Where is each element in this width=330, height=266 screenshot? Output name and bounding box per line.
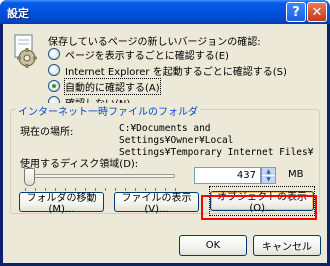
radio-label: Internet Explorer を起動するごとに確認する(S) <box>65 66 287 78</box>
radio-button[interactable] <box>48 64 60 76</box>
move-folder-button[interactable]: フォルダの移動(M)... <box>19 192 104 215</box>
location-label: 現在の場所: <box>20 127 74 138</box>
title-bar[interactable]: 設定 ? ✕ <box>0 0 330 24</box>
disk-unit: MB <box>288 169 304 180</box>
settings-dialog: 設定 ? ✕ 保存しているページの新しいバージョンの確認: ページを表示するごと… <box>0 0 330 266</box>
radio-button-selected[interactable] <box>48 80 60 92</box>
help-icon[interactable]: ? <box>286 2 306 22</box>
ok-button[interactable]: OK <box>179 235 247 256</box>
dialog-body: 保存しているページの新しいバージョンの確認: ページを表示するごとに確認する(E… <box>3 24 327 263</box>
radio-every-start[interactable]: Internet Explorer を起動するごとに確認する(S) <box>48 63 287 78</box>
gear-icon <box>14 34 37 68</box>
radio-label: 自動的に確認する(A) <box>64 77 161 95</box>
radio-every-visit[interactable]: ページを表示するごとに確認する(E) <box>48 47 229 62</box>
location-value: C:¥Documents and Settings¥Owner¥Local Se… <box>119 123 314 158</box>
spin-down-icon[interactable]: ▼ <box>262 176 275 183</box>
window-title: 設定 <box>7 7 29 20</box>
cancel-button[interactable]: キャンセル <box>253 235 321 256</box>
disk-space-spinner[interactable]: ▲ ▼ <box>261 167 276 184</box>
group-title: インターネット一時ファイルのフォルダ <box>16 103 200 118</box>
disk-space-input[interactable]: 437 <box>194 167 261 184</box>
spin-up-icon[interactable]: ▲ <box>262 168 275 176</box>
close-icon[interactable]: ✕ <box>307 2 327 22</box>
radio-label: ページを表示するごとに確認する(E) <box>65 50 229 62</box>
disk-space-slider-thumb[interactable] <box>24 168 35 186</box>
view-files-button[interactable]: ファイルの表示(V)... <box>114 192 199 215</box>
slider-tick <box>105 188 106 191</box>
view-objects-button[interactable]: オブジェクトの表示(O)... <box>209 186 315 216</box>
disk-space-label: 使用するディスク領域(D): <box>20 159 139 170</box>
radio-button[interactable] <box>48 48 60 60</box>
disk-space-slider-track[interactable] <box>25 174 175 178</box>
temp-files-group: インターネット一時ファイルのフォルダ 現在の場所: C:¥Documents a… <box>10 103 320 216</box>
radio-automatic[interactable]: 自動的に確認する(A) <box>48 77 161 95</box>
